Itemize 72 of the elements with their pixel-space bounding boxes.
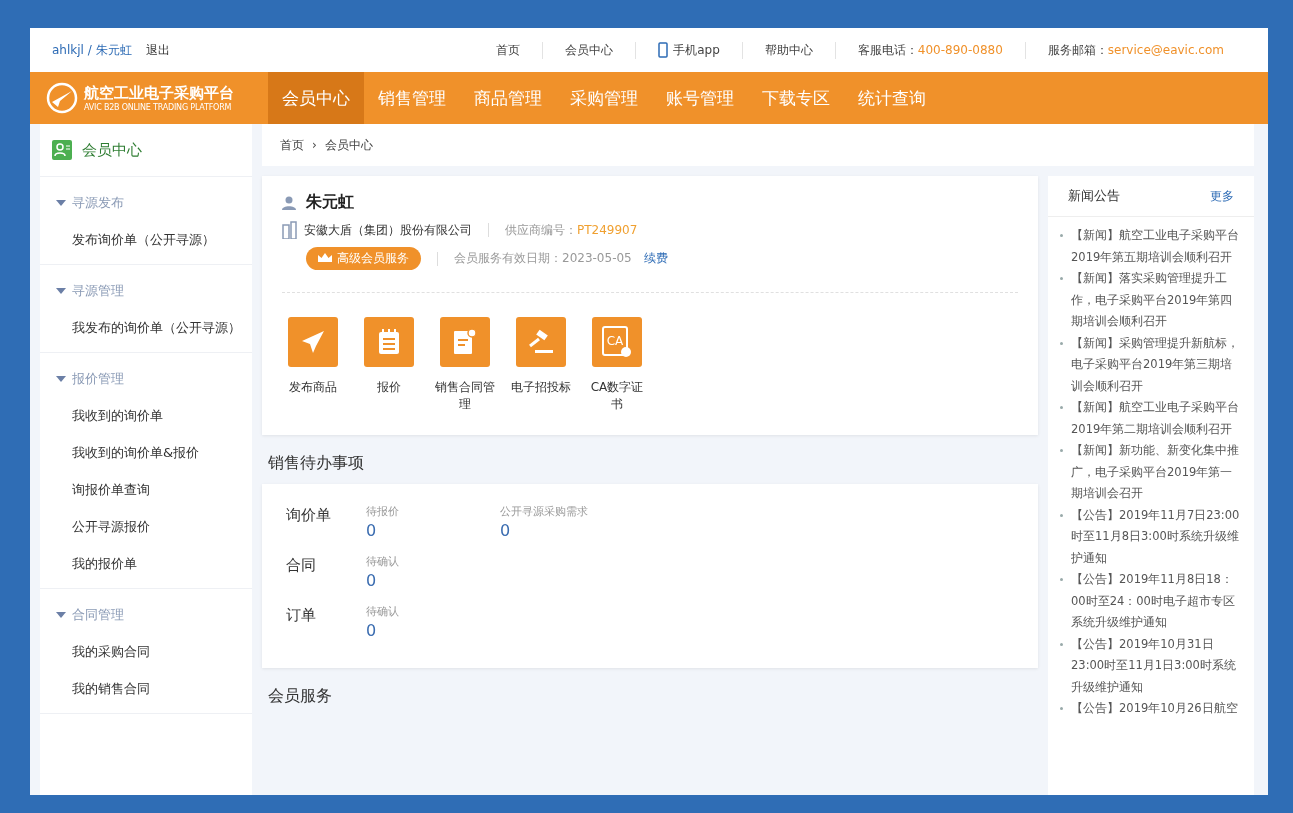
sidebar-item[interactable]: 我的销售合同: [40, 670, 252, 707]
quick-action-button[interactable]: [516, 317, 566, 367]
crown-icon: [318, 253, 332, 264]
contact-info: 客服电话：400-890-0880: [857, 41, 1003, 59]
quick-action-button[interactable]: [440, 317, 490, 367]
stat-label: 待确认: [366, 553, 400, 569]
breadcrumb-item: 会员中心: [324, 136, 373, 154]
building-icon: [282, 221, 298, 239]
todo-label: 询价单: [286, 504, 332, 526]
news-item[interactable]: 【新闻】航空工业电子采购平台2019年第二期培训会顺利召开: [1071, 397, 1240, 440]
logo-title: 航空工业电子采购平台: [84, 84, 234, 103]
breadcrumb-separator: ›: [312, 138, 317, 152]
logo-icon: [46, 82, 78, 114]
quick-action-label[interactable]: CA数字证书: [586, 379, 648, 413]
stat-value[interactable]: 0: [500, 520, 680, 540]
user-link[interactable]: ahlkjl / 朱元虹: [52, 41, 132, 59]
sidebar-item[interactable]: 我的采购合同: [40, 633, 252, 670]
breadcrumb-item[interactable]: 首页: [280, 136, 304, 154]
renew-link[interactable]: 续费: [643, 250, 668, 267]
membership-badge: 高级会员服务: [306, 247, 421, 270]
sidebar-item[interactable]: 询报价单查询: [40, 471, 252, 508]
app-link[interactable]: 手机app: [673, 41, 720, 59]
gavel-icon: [527, 329, 555, 355]
stat-label: 待确认: [366, 603, 400, 619]
quick-action-button[interactable]: [364, 317, 414, 367]
company-name: 安徽大盾（集团）股份有限公司: [304, 221, 472, 239]
sidebar-item[interactable]: 我的报价单: [40, 545, 252, 582]
news-item[interactable]: 【新闻】新功能、新变化集中推广，电子采购平台2019年第一期培训会召开: [1071, 440, 1240, 505]
top-link[interactable]: 会员中心: [565, 41, 614, 59]
stat-label: 公开寻源采购需求: [500, 503, 589, 519]
more-link[interactable]: 更多: [1210, 187, 1234, 205]
news-item[interactable]: 【新闻】航空工业电子采购平台2019年第五期培训会顺利召开: [1071, 225, 1240, 268]
member-icon: [52, 140, 72, 160]
news-item[interactable]: 【新闻】采购管理提升新航标，电子采购平台2019年第三期培训会顺利召开: [1071, 332, 1240, 397]
news-item[interactable]: 【公告】2019年11月8日18：00时至24：00时电子超市专区系统升级维护通知: [1071, 569, 1240, 634]
section-title: 会员服务: [267, 684, 333, 707]
user-icon: [282, 195, 296, 210]
logout-link[interactable]: 退出: [145, 41, 170, 59]
stat-value[interactable]: 0: [366, 570, 500, 590]
todo-label: 订单: [286, 604, 317, 626]
stat-label: 待报价: [366, 503, 400, 519]
quick-action-label[interactable]: 发布商品: [289, 379, 337, 396]
sidebar-item[interactable]: 我收到的询价单&报价: [40, 434, 252, 471]
logo-subtitle: AVIC B2B ONLINE TRADING PLATFORM: [84, 103, 233, 112]
quick-action-button[interactable]: [288, 317, 338, 367]
news-item[interactable]: 【公告】2019年10月26日航空: [1071, 698, 1238, 720]
paper-plane-icon: [300, 329, 326, 355]
validity-date: 会员服务有效日期：2023-05-05: [454, 250, 632, 267]
quick-action-label[interactable]: 销售合同管理: [434, 379, 496, 413]
news-item[interactable]: 【新闻】落实采购管理提升工作，电子采购平台2019年第四期培训会顺利召开: [1071, 268, 1240, 333]
sidebar-item[interactable]: 公开寻源报价: [40, 508, 252, 545]
quick-action-label[interactable]: 电子招投标: [511, 379, 571, 396]
top-link[interactable]: 首页: [496, 41, 521, 59]
news-item[interactable]: 【公告】2019年10月31日23:00时至11月1日3:00时系统升级维护通知: [1071, 633, 1240, 698]
quick-action-label[interactable]: 报价: [377, 379, 401, 396]
phone-icon: [658, 42, 669, 58]
user-name: 朱元虹: [306, 192, 354, 213]
section-title: 销售待办事项: [267, 451, 365, 474]
sidebar-item[interactable]: 发布询价单（公开寻源）: [40, 221, 252, 258]
supplier-code: 供应商编号：PT249907: [505, 221, 638, 239]
stat-value[interactable]: 0: [366, 620, 500, 640]
notepad-icon: [377, 328, 401, 356]
sidebar-item[interactable]: 我收到的询价单: [40, 397, 252, 434]
contact-info: 服务邮箱：service@eavic.com: [1047, 41, 1224, 59]
todo-label: 合同: [286, 554, 317, 576]
news-title: 新闻公告: [1068, 187, 1120, 205]
sidebar-title: 会员中心: [82, 140, 142, 160]
top-link[interactable]: 帮助中心: [764, 41, 813, 59]
document-icon: [452, 328, 478, 356]
sidebar-item[interactable]: 我发布的询价单（公开寻源）: [40, 309, 252, 346]
news-item[interactable]: 【公告】2019年11月7日23:00时至11月8日3:00时系统升级维护通知: [1071, 504, 1240, 569]
stat-value[interactable]: 0: [366, 520, 500, 540]
